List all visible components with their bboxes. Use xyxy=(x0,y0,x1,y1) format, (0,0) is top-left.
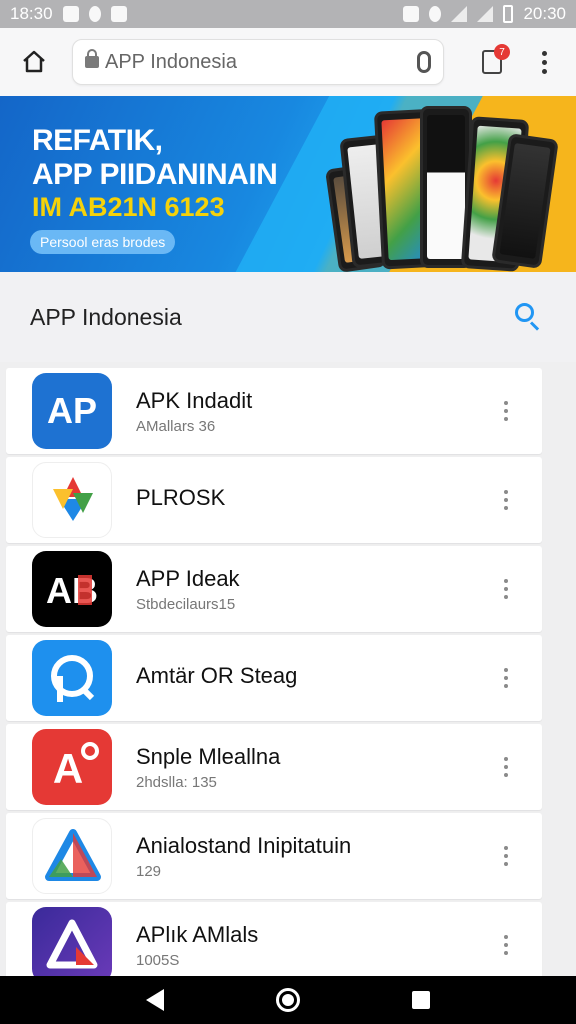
recent-apps-icon[interactable] xyxy=(412,991,430,1009)
a-degree-icon: A xyxy=(32,729,112,805)
list-item[interactable]: Anialostand Inipitatuin 129 xyxy=(6,813,542,899)
app-name: APlık AMlals xyxy=(136,921,259,947)
app-subtitle: AMallars 36 xyxy=(136,417,216,435)
ap-icon: AP xyxy=(32,373,112,449)
tab-count-badge: 7 xyxy=(494,44,510,60)
app-subtitle: 1005S xyxy=(136,951,180,969)
status-bar: 18:30 20:30 xyxy=(0,0,576,28)
triangle-icon xyxy=(32,818,112,894)
app-subtitle: 129 xyxy=(136,862,162,880)
list-item[interactable]: AP APK Indadit AMallars 36 xyxy=(6,368,542,454)
url-text: APP Indonesia xyxy=(105,50,237,73)
notification-icon xyxy=(62,6,79,22)
home-circle-icon[interactable] xyxy=(276,988,300,1012)
app-name: Anialostand Inipitatuin xyxy=(136,832,352,858)
app-name: APP Ideak xyxy=(136,565,240,591)
item-menu-button[interactable] xyxy=(496,925,516,965)
app-subtitle: Stbdecilaurs15 xyxy=(136,595,236,613)
address-bar[interactable]: APP Indonesia xyxy=(72,39,444,85)
item-menu-button[interactable] xyxy=(496,480,516,520)
list-item[interactable]: Amtär OR Steag xyxy=(6,635,542,721)
tabs-button[interactable]: 7 xyxy=(472,42,512,82)
drop-icon xyxy=(88,6,101,22)
a-triangle-icon xyxy=(32,907,112,983)
home-button[interactable] xyxy=(14,42,54,82)
banner-title: REFATIK, APP PIIDANINAIN xyxy=(32,124,278,192)
microphone-icon[interactable] xyxy=(417,51,431,73)
item-menu-button[interactable] xyxy=(496,747,516,787)
item-menu-button[interactable] xyxy=(496,391,516,431)
vibrate-icon xyxy=(403,6,420,22)
signal-icon xyxy=(477,6,494,22)
lock-icon xyxy=(85,49,99,68)
multicolor-star-icon xyxy=(32,462,112,538)
search-icon xyxy=(515,303,534,322)
svg-text:A: A xyxy=(53,745,83,792)
image-icon xyxy=(110,6,127,22)
item-menu-button[interactable] xyxy=(496,569,516,609)
alarm-icon xyxy=(429,6,442,22)
wifi-icon xyxy=(451,6,468,22)
app-list: AP APK Indadit AMallars 36 PLROSK AB APP … xyxy=(6,368,542,991)
svg-text:AP: AP xyxy=(47,390,97,431)
search-button[interactable] xyxy=(514,302,544,332)
item-menu-button[interactable] xyxy=(496,836,516,876)
app-name: Snple Mleallna xyxy=(136,743,281,769)
system-navigation-bar xyxy=(0,976,576,1024)
banner-code: IM AB21N 6123 xyxy=(32,192,225,222)
status-time-right: 20:30 xyxy=(523,4,566,23)
banner-title-line1: REFATIK, xyxy=(32,124,163,157)
app-name: Amtär OR Steag xyxy=(136,663,298,688)
promo-banner[interactable]: REFATIK, APP PIIDANINAIN IM AB21N 6123 P… xyxy=(0,96,576,272)
status-time-left: 18:30 xyxy=(10,4,53,23)
list-item[interactable]: AB APP Ideak Stbdecilaurs15 xyxy=(6,546,542,632)
banner-title-line2: APP PIIDANINAIN xyxy=(32,158,278,191)
browser-menu-button[interactable] xyxy=(532,42,556,82)
list-item[interactable]: PLROSK xyxy=(6,457,542,543)
app-name: PLROSK xyxy=(136,485,226,510)
section-header: APP Indonesia xyxy=(0,272,576,362)
item-menu-button[interactable] xyxy=(496,658,516,698)
app-name: APK Indadit xyxy=(136,387,253,413)
section-title: APP Indonesia xyxy=(30,303,182,330)
list-item[interactable]: A Snple Mleallna 2hdslla: 135 xyxy=(6,724,542,810)
browser-toolbar: APP Indonesia 7 xyxy=(0,28,576,96)
back-icon[interactable] xyxy=(146,989,164,1011)
banner-pill-button[interactable]: Persool eras brodes xyxy=(30,230,176,254)
app-subtitle: 2hdslla: 135 xyxy=(136,773,217,791)
ab-icon: AB xyxy=(32,551,112,627)
home-icon xyxy=(23,50,45,73)
battery-icon xyxy=(503,5,514,23)
p-arrow-icon xyxy=(32,640,112,716)
